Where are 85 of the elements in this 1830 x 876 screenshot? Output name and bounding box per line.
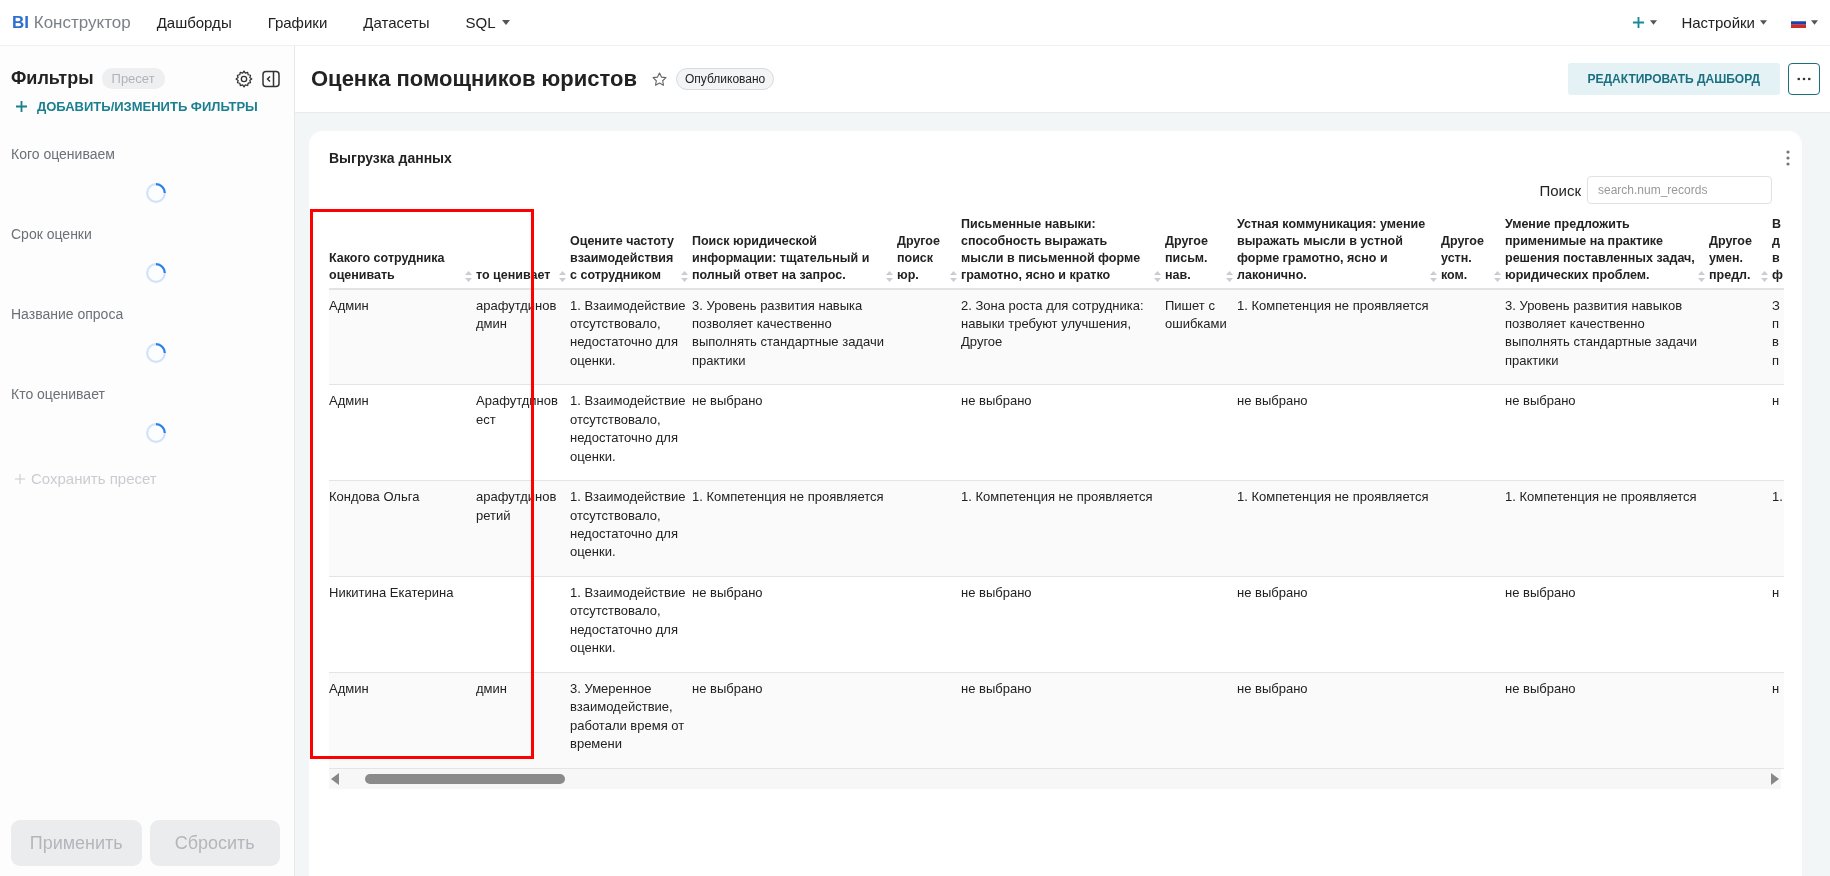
column-header[interactable]: Поиск юридической информации: тщательный и полный ответ на запрос. — [692, 232, 884, 284]
table-cell: 3. Умеренное взаимодействие, работали время от времени — [570, 680, 685, 752]
table-cell: 3. Уровень развития навыка позволяет качественно выполнять стандартные задачи практики — [692, 297, 884, 368]
nav-link[interactable]: Дашборды — [156, 14, 232, 31]
table-cell: З п в п — [1772, 297, 1780, 368]
app-logo[interactable]: BI Конструктор — [12, 12, 131, 33]
create-button[interactable] — [1632, 16, 1658, 29]
edit-dashboard-button[interactable]: РЕДАКТИРОВАТЬ ДАШБОРД — [1567, 63, 1780, 95]
filter-label: Кто оценивает — [11, 386, 106, 402]
table-cell: 1. Компетенция не проявляется — [1505, 489, 1697, 505]
table-cell: 1. — [1772, 489, 1783, 505]
table-cell: н — [1772, 393, 1780, 409]
add-filters-link[interactable]: ДОБАВИТЬ/ИЗМЕНИТЬ ФИЛЬТРЫ — [0, 89, 294, 124]
nav-link[interactable]: Датасеты — [363, 14, 430, 31]
table-cell: не выбрано — [1505, 393, 1576, 409]
column-header[interactable]: Другое умен. предл. — [1709, 232, 1759, 284]
table-cell: Пишет с ошибками — [1165, 297, 1227, 331]
table-cell: 3. Уровень развития навыков позволяет качественно выполнять стандартные задачи практики — [1505, 297, 1697, 368]
table-cell: Никитина Екатерина — [329, 584, 454, 600]
table-cell: 1. Компетенция не проявляется — [692, 489, 884, 505]
table-cell: 1. Взаимодействие отсутствовало, недостаточно для оценки. — [570, 489, 686, 560]
caret-icon[interactable] — [1650, 20, 1658, 25]
kebab-menu-icon[interactable] — [1786, 150, 1790, 166]
language-menu[interactable] — [1791, 17, 1818, 28]
dashboard-title: Оценка помощников юристов — [311, 66, 637, 92]
search-label: Поиск — [1539, 181, 1581, 199]
table-cell: не выбрано — [1505, 584, 1576, 600]
column-header[interactable]: Письменные навыки: способность выражать мысли в письменной форме грамотно, ясно и кратко — [961, 216, 1152, 284]
plus-icon[interactable] — [16, 101, 27, 112]
collapse-panel-icon[interactable] — [262, 69, 280, 88]
table-cell: 1. Компетенция не проявляется — [1237, 297, 1429, 313]
filter-label: Название опроса — [11, 306, 125, 322]
status-badge: Опубликовано — [676, 68, 775, 90]
table-cell: не выбрано — [1237, 584, 1308, 600]
table-cell: Админ — [329, 297, 369, 313]
column-header[interactable]: Какого сотрудника оценивать — [329, 249, 463, 284]
nav-link[interactable]: SQL — [465, 14, 510, 31]
column-header[interactable]: Другое устн. ком. — [1441, 232, 1492, 284]
table-cell: 1. Взаимодействие отсутствовало, недостаточно для оценки. — [570, 393, 686, 464]
table-cell: не выбрано — [961, 393, 1032, 409]
sidebar-title: Фильтры — [11, 68, 94, 89]
table-cell: Админ — [329, 680, 369, 696]
scroll-left-icon[interactable] — [331, 772, 339, 785]
column-header[interactable]: В д в ф — [1772, 216, 1784, 284]
star-icon[interactable] — [651, 70, 668, 88]
nav-link[interactable]: Графики — [267, 14, 328, 31]
column-header[interactable]: Умение предложить применимые на практике решения поставленных задач, юридических проблем. — [1505, 216, 1696, 284]
table-cell: 1. Компетенция не проявляется — [1237, 489, 1429, 505]
table-cell: 1. Компетенция не проявляется — [961, 489, 1153, 505]
search-field[interactable]: search.num_records — [1587, 176, 1772, 204]
filter-label: Срок оценки — [11, 226, 93, 242]
caret-icon[interactable] — [1760, 20, 1767, 25]
more-icon[interactable] — [1797, 77, 1811, 81]
table-cell: не выбрано — [1237, 680, 1308, 696]
filter-label: Кого оцениваем — [11, 146, 116, 162]
preset-badge: Пресет — [101, 68, 165, 89]
table-cell: не выбрано — [1505, 680, 1576, 696]
table-cell: не выбрано — [692, 584, 763, 600]
widget-title: Выгрузка данных — [329, 150, 452, 166]
column-header[interactable]: Оцените частоту взаимодействия с сотрудником — [570, 232, 679, 284]
flag-icon[interactable] — [1791, 17, 1806, 28]
horizontal-scrollbar[interactable] — [329, 768, 1781, 789]
table-cell: 1. Взаимодействие отсутствовало, недостаточно для оценки. — [570, 584, 686, 656]
table-cell: не выбрано — [692, 393, 763, 409]
table-cell: не выбрано — [961, 680, 1032, 696]
table-cell: н — [1772, 680, 1780, 696]
scroll-right-icon[interactable] — [1771, 772, 1779, 785]
column-header[interactable]: Другое письм. нав. — [1165, 232, 1224, 284]
table-cell: 2. Зона роста для сотрудника: навыки требуют улучшения, Другое — [961, 297, 1144, 350]
settings-icon[interactable] — [234, 68, 254, 89]
table-cell: не выбрано — [961, 584, 1032, 600]
caret-icon[interactable] — [1811, 20, 1818, 25]
table-cell: дмин — [476, 680, 507, 696]
caret-icon[interactable] — [501, 20, 510, 25]
plus-icon[interactable] — [1632, 16, 1646, 29]
table-cell: Кондова Ольга — [329, 489, 420, 505]
column-header[interactable]: Устная коммуникация: умение выражать мысли в устной форме грамотно, ясно и лаконично. — [1237, 216, 1428, 284]
table-cell: не выбрано — [1237, 393, 1308, 409]
settings-menu[interactable]: Настройки — [1681, 14, 1767, 31]
table-cell: Админ — [329, 393, 369, 409]
more-button[interactable] — [1788, 63, 1820, 95]
table-cell: 1. Взаимодействие отсутствовало, недостаточно для оценки. — [570, 297, 686, 368]
table-cell: не выбрано — [692, 680, 763, 696]
column-header[interactable]: Другое поиск юр. — [897, 232, 948, 284]
table-cell: н — [1772, 584, 1780, 600]
